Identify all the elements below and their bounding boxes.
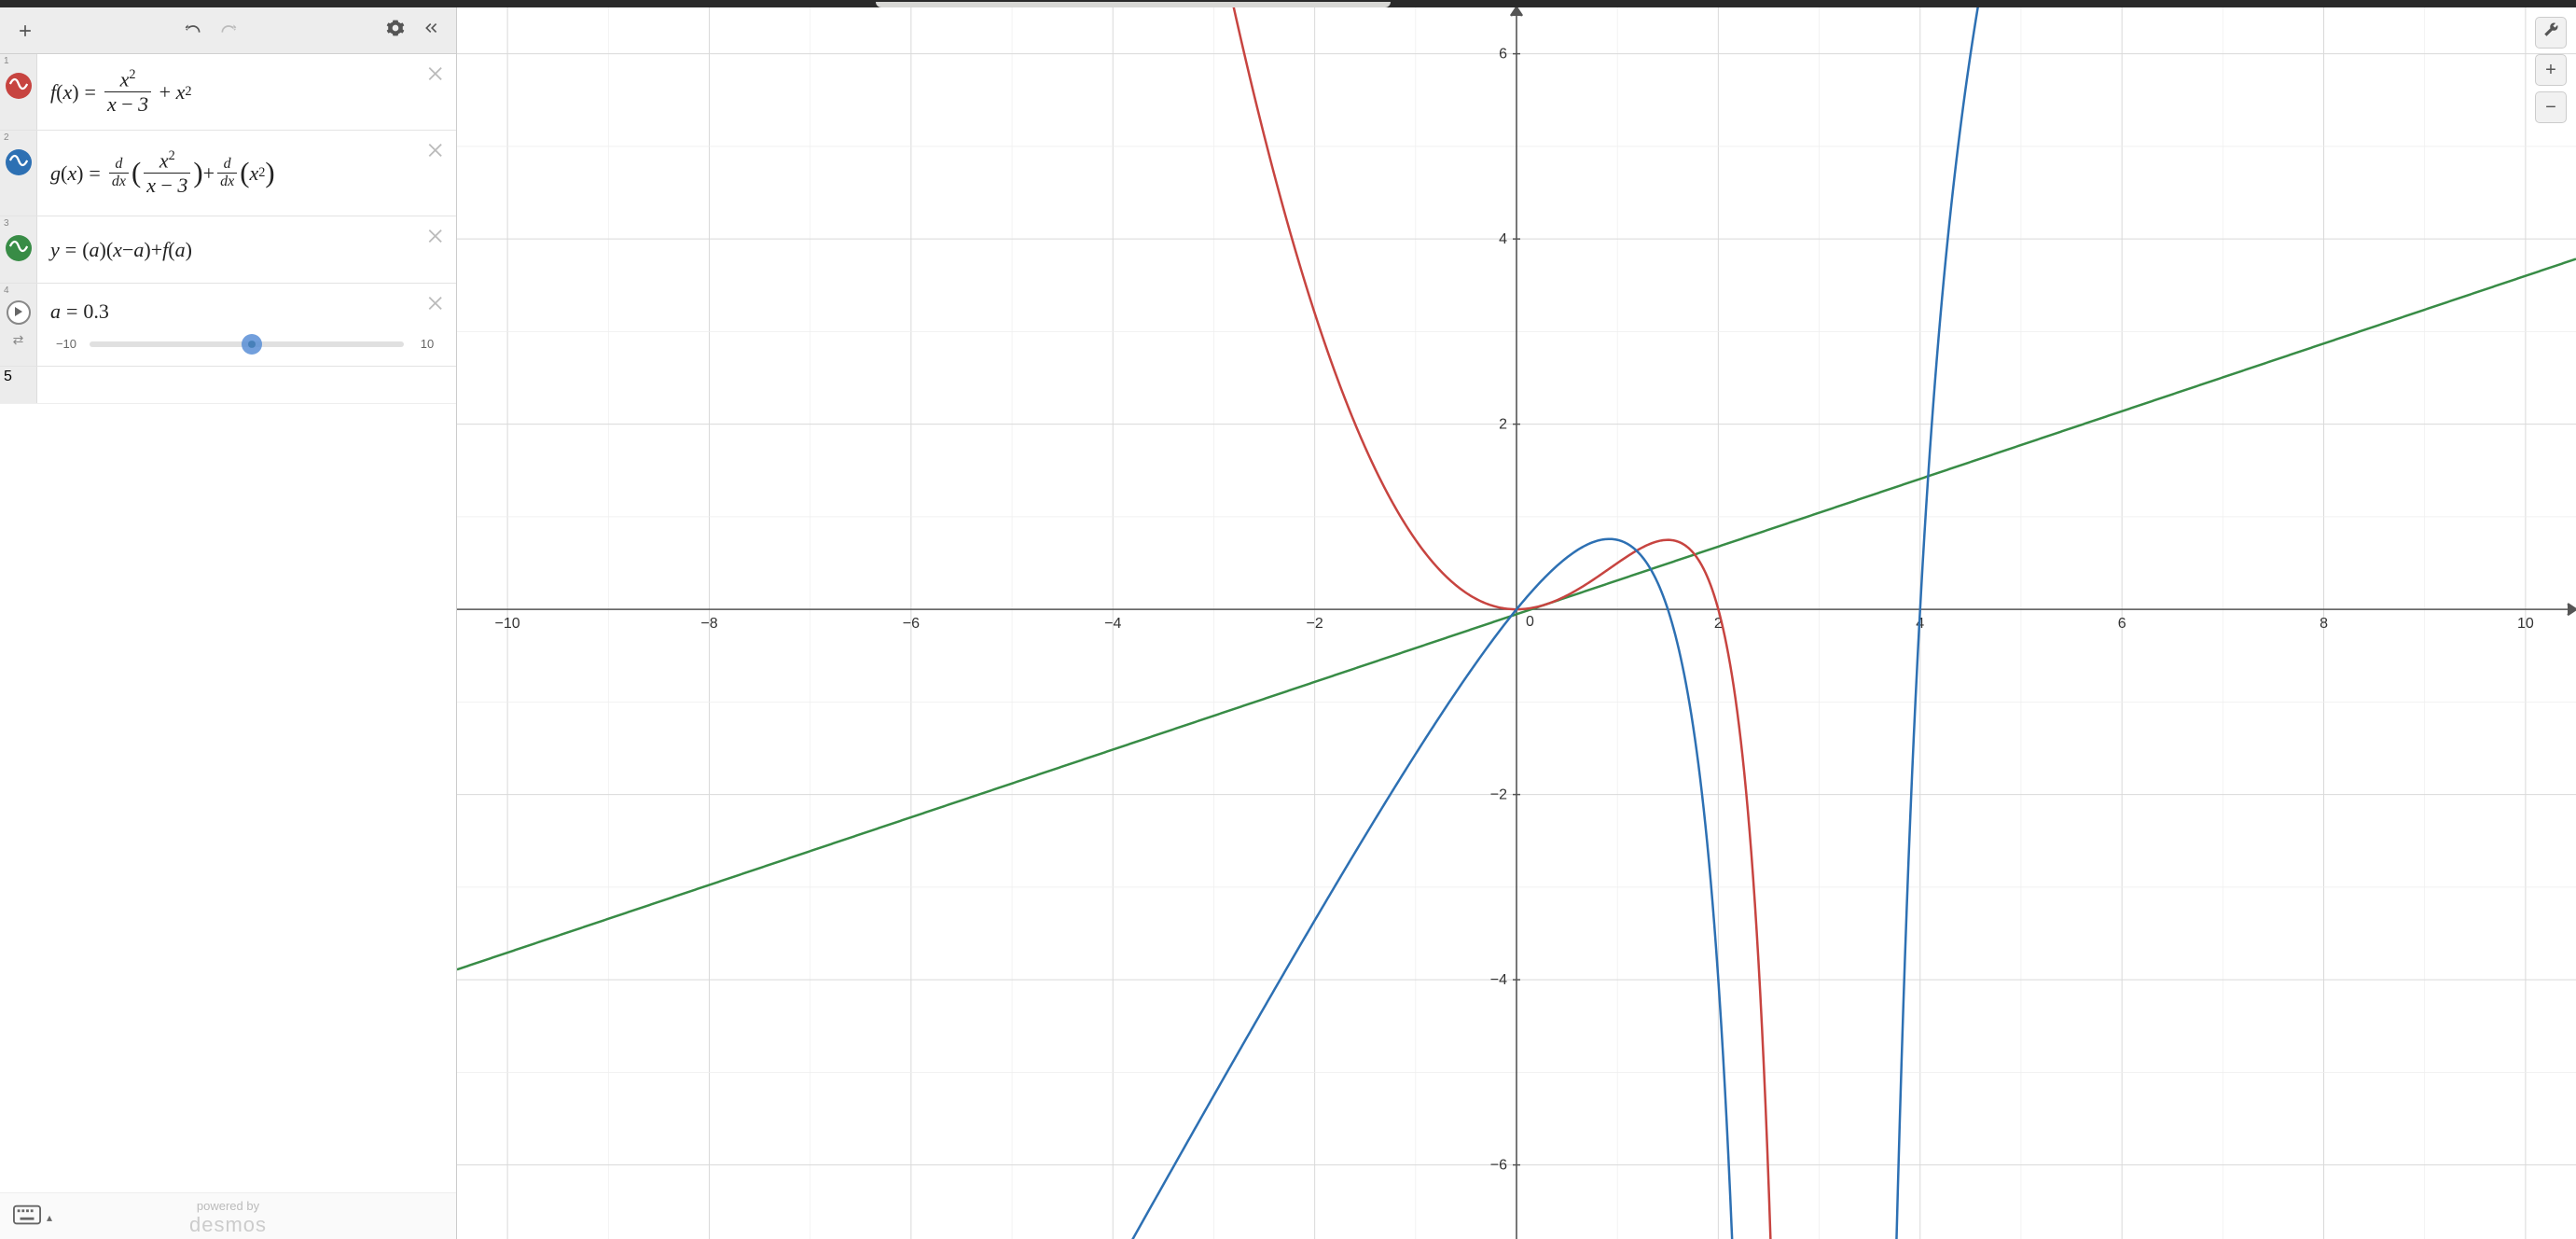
plus-icon: + (2545, 60, 2556, 81)
svg-text:−6: −6 (903, 616, 920, 632)
wave-icon (9, 154, 28, 172)
close-icon (426, 72, 447, 88)
svg-text:−2: −2 (1306, 616, 1323, 632)
expression-color-toggle[interactable] (6, 73, 32, 99)
caret-up-icon: ▴ (47, 1211, 52, 1224)
graph-svg: −10−8−6−4−2246810−6−4−22460 (457, 7, 2576, 1239)
slider-mode-button[interactable]: ⇄ (13, 332, 24, 348)
expression-index: 3 (4, 218, 9, 229)
svg-text:−10: −10 (495, 616, 520, 632)
chevron-double-left-icon (422, 19, 440, 42)
expression-row[interactable]: 1 f(x)= x2x − 3 + x2 (0, 54, 456, 131)
add-expression-button[interactable] (7, 13, 43, 49)
expression-math[interactable]: y=(a)(x − a)+f(a) (37, 216, 456, 283)
delete-expression-button[interactable] (426, 140, 447, 160)
expression-index: 5 (4, 369, 12, 385)
zoom-out-button[interactable]: − (2535, 91, 2567, 123)
expression-math[interactable]: g(x)= ddx ( x2x − 3 ) + ddx (x2) (37, 131, 456, 216)
svg-text:6: 6 (1499, 47, 1507, 63)
slider-value: 0.3 (83, 299, 109, 324)
expression-math[interactable]: a=0.3 (37, 284, 456, 329)
browser-tab-strip (0, 0, 2576, 7)
slider-thumb[interactable] (242, 334, 262, 355)
expression-index: 2 (4, 132, 9, 143)
svg-text:8: 8 (2320, 616, 2328, 632)
play-icon (14, 304, 23, 321)
svg-text:−2: −2 (1490, 787, 1507, 803)
wave-icon (9, 240, 28, 258)
svg-text:4: 4 (1499, 231, 1507, 247)
svg-text:−8: −8 (700, 616, 717, 632)
gear-icon (386, 19, 405, 42)
close-icon (426, 148, 447, 164)
slider-max-label[interactable]: 10 (409, 337, 445, 351)
redo-button[interactable] (211, 13, 246, 49)
slider-container: −10 10 (37, 329, 456, 366)
zoom-in-button[interactable]: + (2535, 54, 2567, 86)
expression-row[interactable]: 3 y=(a)(x − a)+f(a) (0, 216, 456, 284)
expression-color-toggle[interactable] (6, 235, 32, 261)
wrench-icon (2542, 21, 2559, 44)
expression-index: 4 (4, 285, 9, 296)
expression-row-empty[interactable]: 5 (0, 367, 456, 404)
svg-text:10: 10 (2517, 616, 2534, 632)
expression-index: 1 (4, 56, 9, 66)
settings-button[interactable] (378, 13, 413, 49)
graph-settings-button[interactable] (2535, 17, 2567, 49)
expression-row[interactable]: 4 ⇄ (0, 284, 456, 367)
close-icon (426, 301, 447, 317)
svg-text:6: 6 (2118, 616, 2126, 632)
expression-color-toggle[interactable] (6, 149, 32, 175)
svg-text:−6: −6 (1490, 1158, 1507, 1174)
close-icon (426, 234, 447, 250)
keyboard-icon (13, 1204, 41, 1230)
expression-list: 1 f(x)= x2x − 3 + x2 (0, 54, 456, 1192)
graph-viewport[interactable]: −10−8−6−4−2246810−6−4−22460 + − (457, 7, 2576, 1239)
slider-track[interactable] (90, 341, 404, 347)
svg-text:0: 0 (1526, 614, 1534, 630)
delete-expression-button[interactable] (426, 226, 447, 246)
delete-expression-button[interactable] (426, 293, 447, 313)
slider-min-label[interactable]: −10 (48, 337, 84, 351)
undo-button[interactable] (175, 13, 211, 49)
slider-play-button[interactable] (7, 300, 31, 325)
svg-text:2: 2 (1499, 417, 1507, 433)
svg-text:−4: −4 (1490, 972, 1507, 988)
expression-panel: 1 f(x)= x2x − 3 + x2 (0, 7, 457, 1239)
powered-by-label: powered by desmos (0, 1193, 456, 1237)
delete-expression-button[interactable] (426, 63, 447, 84)
loop-icon: ⇄ (13, 332, 24, 347)
keyboard-toggle-button[interactable]: ▴ (13, 1204, 52, 1230)
expression-math[interactable]: f(x)= x2x − 3 + x2 (37, 54, 456, 130)
svg-text:−4: −4 (1104, 616, 1121, 632)
wave-icon (9, 77, 28, 95)
minus-icon: − (2545, 97, 2556, 118)
collapse-panel-button[interactable] (413, 13, 449, 49)
panel-toolbar (0, 7, 456, 54)
expression-row[interactable]: 2 g(x)= ddx ( x2x − 3 ) (0, 131, 456, 216)
